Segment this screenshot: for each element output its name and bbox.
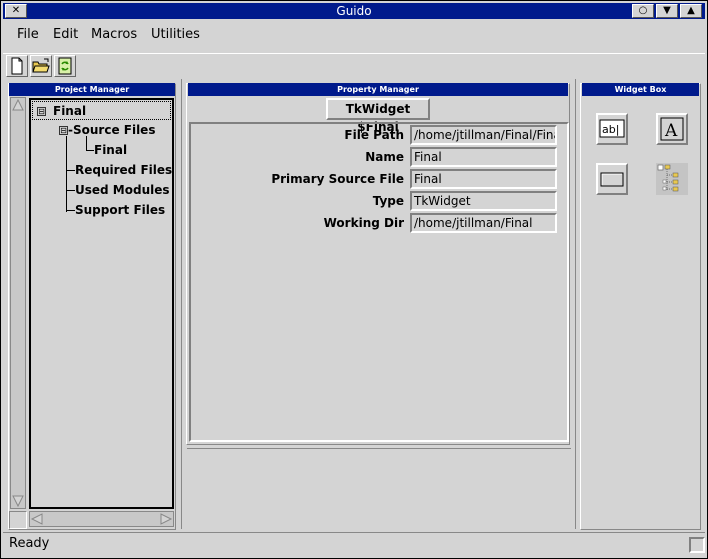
scroll-down-icon (12, 495, 24, 508)
property-field-file-path[interactable]: /home/jtillman/Final/Final (410, 125, 557, 145)
status-bar: Ready (3, 532, 705, 556)
property-label-name: Name (365, 150, 404, 164)
property-field-working-dir[interactable]: /home/jtillman/Final (410, 213, 557, 233)
scroll-left-icon (30, 513, 43, 525)
maximize-icon: ▲ (687, 5, 695, 16)
pane-divider-left[interactable] (181, 79, 182, 529)
project-manager-header: Project Manager (9, 83, 175, 96)
window-title: Guido (336, 4, 372, 18)
resize-grip[interactable] (689, 537, 705, 553)
tree-node-source-files[interactable]: ⊟-Source Files (59, 123, 155, 137)
refresh-button[interactable] (54, 55, 76, 77)
collapse-icon[interactable]: ⊟ (37, 107, 46, 116)
tree-node-source-files-label: -Source Files (68, 123, 156, 137)
chevron-down-icon: ▼ (663, 5, 671, 16)
project-horizontal-scrollbar[interactable] (29, 511, 174, 527)
minimize-icon: ○ (638, 5, 648, 16)
minimize-button[interactable]: ○ (632, 4, 654, 18)
property-field-type[interactable]: TkWidget (410, 191, 557, 211)
button-widget-button[interactable] (596, 163, 628, 195)
window-menu-button[interactable]: ▼ (656, 4, 678, 18)
menu-file[interactable]: File (17, 27, 39, 42)
property-field-name[interactable]: Final (410, 147, 557, 167)
property-object-title-button[interactable]: TkWidget $Final (326, 98, 430, 134)
property-label-working-dir: Working Dir (323, 216, 404, 230)
new-file-icon (11, 57, 23, 75)
tree-connector (66, 170, 75, 171)
label-widget-glyph: A (664, 121, 678, 141)
tree-connector (66, 210, 75, 211)
tree-widget-button[interactable] (656, 163, 688, 195)
refresh-icon (58, 57, 72, 75)
widget-box-panel (580, 83, 701, 530)
tree-connector (66, 190, 75, 191)
project-tree[interactable]: ⊟ Final ⊟-Source Files Final Required Fil… (29, 98, 174, 509)
property-label-type: Type (372, 194, 404, 208)
entry-widget-glyph: ab| (602, 123, 619, 136)
pane-divider-horizontal[interactable] (187, 448, 571, 449)
menu-utilities[interactable]: Utilities (151, 27, 200, 42)
property-label-file-path: File Path (344, 128, 404, 142)
property-manager-header: Property Manager (188, 83, 568, 96)
status-text: Ready (9, 536, 50, 551)
tree-node-root-label: Final (53, 104, 87, 118)
scroll-up-icon (12, 98, 24, 111)
project-vertical-scrollbar[interactable] (10, 97, 26, 509)
label-widget-icon: A (660, 117, 684, 141)
tree-widget-icon (657, 164, 679, 192)
menu-macros[interactable]: Macros (91, 27, 137, 42)
tree-connector (66, 136, 67, 212)
property-field-primary-source[interactable]: Final (410, 169, 557, 189)
pane-divider-right[interactable] (575, 79, 576, 529)
new-file-button[interactable] (6, 55, 28, 77)
title-bar[interactable]: ✕ Guido ○ ▼ ▲ (3, 3, 705, 19)
scroll-corner (9, 511, 27, 529)
label-widget-button[interactable]: A (656, 113, 688, 145)
entry-widget-icon: ab| (599, 119, 625, 138)
main-window: ✕ Guido ○ ▼ ▲ File Edit Macros Utilities (0, 0, 708, 559)
tree-node-required-files[interactable]: Required Files (75, 163, 172, 177)
menu-bar: File Edit Macros Utilities (3, 22, 705, 48)
tree-node-used-modules[interactable]: Used Modules (75, 183, 170, 197)
toolbar (3, 53, 705, 77)
tree-node-root[interactable]: ⊟ Final (32, 101, 171, 120)
scroll-right-icon (160, 513, 173, 525)
tree-connector (86, 150, 94, 151)
property-label-primary-source: Primary Source File (271, 172, 404, 186)
maximize-button[interactable]: ▲ (680, 4, 702, 18)
tree-connector (86, 136, 87, 150)
tree-node-support-files[interactable]: Support Files (75, 203, 165, 217)
entry-widget-button[interactable]: ab| (596, 113, 628, 145)
collapse-icon[interactable]: ⊟ (59, 126, 68, 135)
tree-node-source-final[interactable]: Final (94, 143, 127, 157)
open-folder-icon (32, 58, 50, 73)
widget-box-header: Widget Box (582, 83, 699, 96)
open-folder-button[interactable] (30, 55, 52, 77)
menu-edit[interactable]: Edit (53, 27, 78, 42)
button-widget-icon (600, 172, 624, 187)
